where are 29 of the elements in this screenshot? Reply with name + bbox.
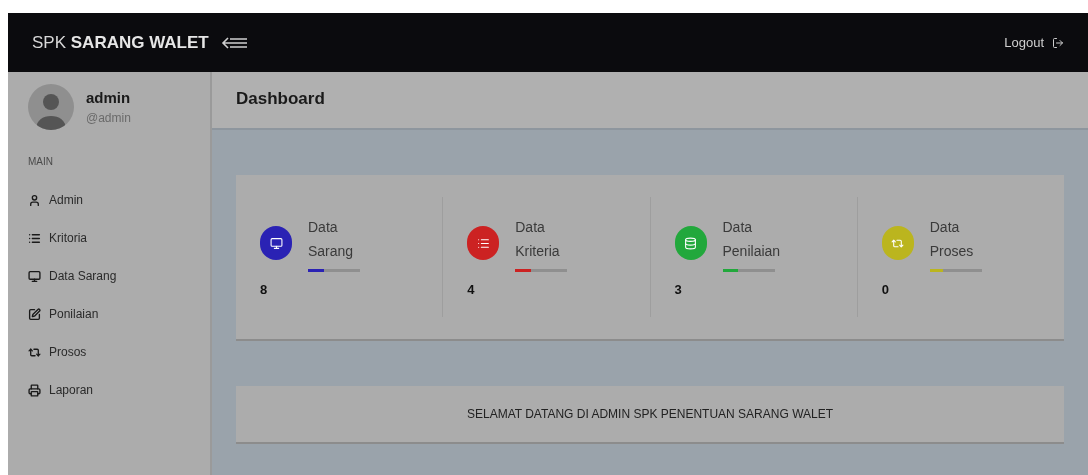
sidebar-item[interactable]: Admin: [28, 181, 190, 219]
edit-icon: [28, 307, 41, 321]
logout-icon: [1052, 36, 1064, 49]
logout-button[interactable]: Logout: [1004, 32, 1064, 53]
sidebar-item[interactable]: Kritoria: [28, 219, 190, 257]
stat-title: Data Sarang: [308, 217, 355, 261]
menu-toggle-icon[interactable]: [220, 35, 249, 50]
section-label: MAIN: [28, 155, 54, 169]
page-title: Dashboard: [236, 89, 325, 108]
user-handle: @admin: [86, 110, 131, 128]
stat-value: 0: [881, 280, 890, 299]
avatar-icon: [28, 84, 74, 130]
stat-value: 4: [467, 280, 476, 299]
sidebar-item[interactable]: Laporan: [28, 371, 190, 409]
brand-title: SPK SARANG WALET: [32, 31, 209, 54]
stat-value: 3: [674, 280, 683, 299]
stat-title: Data Proses: [929, 217, 975, 261]
stat-value: 8: [260, 280, 269, 299]
monitor-icon: [28, 269, 41, 283]
list-icon: [28, 231, 41, 245]
stat-title: Data Kriteria: [515, 217, 561, 261]
printer-icon: [28, 383, 41, 397]
user-icon: [28, 193, 41, 207]
sidebar-item[interactable]: Data Sarang: [28, 257, 190, 295]
sidebar-item[interactable]: Ponilaian: [28, 295, 190, 333]
stat-title: Data Penilaian: [722, 217, 781, 261]
user-name: admin: [86, 87, 131, 108]
sidebar-item[interactable]: Prosos: [28, 333, 190, 371]
welcome-text: SELAMAT DATANG DI ADMIN SPK PENENTUAN SARANG WALET: [466, 406, 834, 423]
